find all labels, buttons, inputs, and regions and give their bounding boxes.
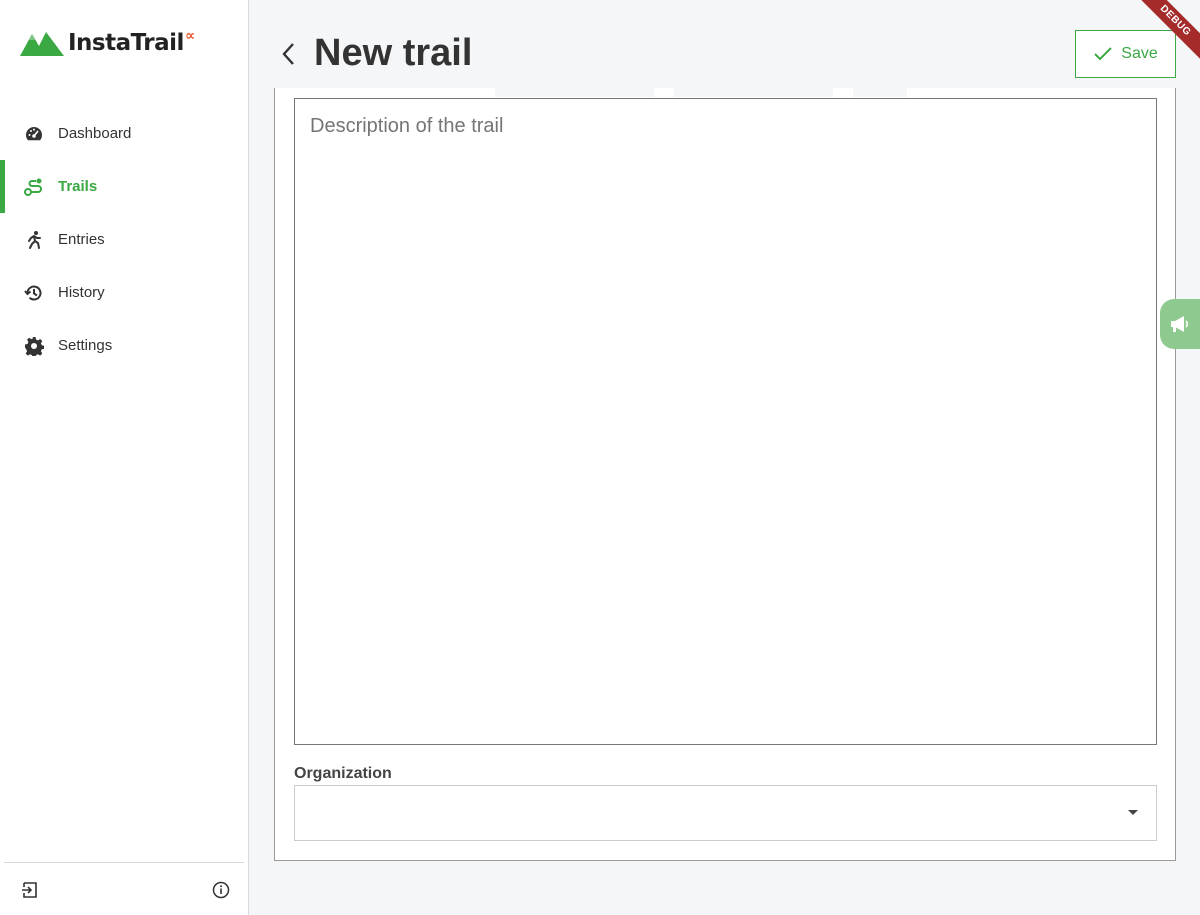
organization-label: Organization [294, 765, 392, 782]
route-icon [24, 177, 44, 197]
chevron-left-icon [282, 43, 294, 65]
trail-form: Organization [274, 88, 1176, 861]
page-title: New trail [314, 32, 473, 74]
caret-down-icon [1128, 810, 1138, 815]
app-logo[interactable]: InstaTrail ∝ [20, 26, 195, 58]
logout-icon[interactable] [20, 880, 40, 900]
save-button-label: Save [1121, 45, 1158, 62]
mountain-logo-icon [20, 32, 64, 56]
check-icon [1094, 47, 1112, 61]
sidebar-item-label: Entries [58, 231, 105, 248]
organization-select[interactable] [294, 785, 1157, 841]
gear-icon [24, 336, 44, 356]
sidebar-item-label: Dashboard [58, 125, 132, 142]
sidebar: InstaTrail ∝ Dashboard Trails Entries Hi… [0, 0, 249, 915]
app-name-suffix: ∝ [184, 26, 195, 43]
description-textarea[interactable] [294, 98, 1157, 745]
sidebar-item-settings[interactable]: Settings [0, 319, 249, 372]
feedback-button[interactable] [1160, 299, 1200, 349]
save-button[interactable]: Save [1075, 30, 1176, 78]
sidebar-item-entries[interactable]: Entries [0, 213, 249, 266]
sidebar-item-label: Settings [58, 337, 113, 354]
page-header: New trail Save [250, 0, 1200, 88]
toolbar-strip [275, 88, 907, 97]
sidebar-item-trails[interactable]: Trails [0, 160, 249, 213]
history-icon [24, 283, 44, 303]
gauge-icon [24, 124, 44, 144]
running-person-icon [24, 230, 44, 250]
sidebar-item-label: Trails [58, 178, 98, 195]
megaphone-icon [1171, 316, 1188, 332]
sidebar-footer [4, 862, 244, 915]
sidebar-item-dashboard[interactable]: Dashboard [0, 107, 249, 160]
app-name: InstaTrail [68, 30, 184, 56]
info-icon[interactable] [211, 880, 231, 900]
back-button[interactable] [276, 40, 300, 68]
sidebar-item-history[interactable]: History [0, 266, 249, 319]
sidebar-item-label: History [58, 284, 105, 301]
sidebar-nav: Dashboard Trails Entries History Setting… [0, 107, 249, 372]
